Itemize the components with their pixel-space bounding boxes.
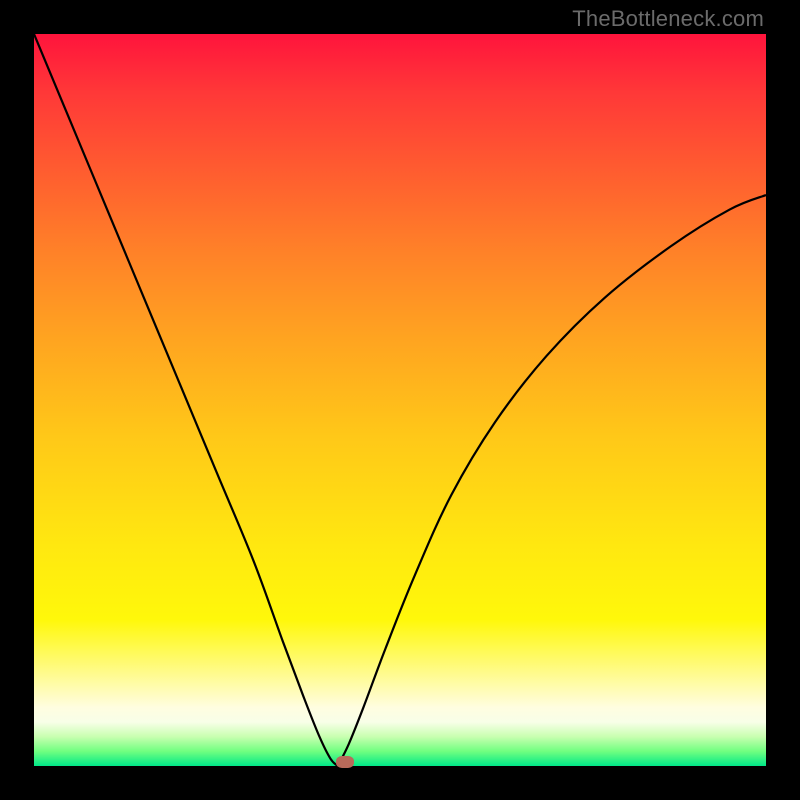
optimum-marker (336, 756, 354, 768)
plot-area (34, 34, 766, 766)
curve-right (338, 195, 766, 766)
curve-left (34, 34, 338, 766)
chart-frame: TheBottleneck.com (0, 0, 800, 800)
watermark-text: TheBottleneck.com (572, 6, 764, 32)
curve-svg (34, 34, 766, 766)
